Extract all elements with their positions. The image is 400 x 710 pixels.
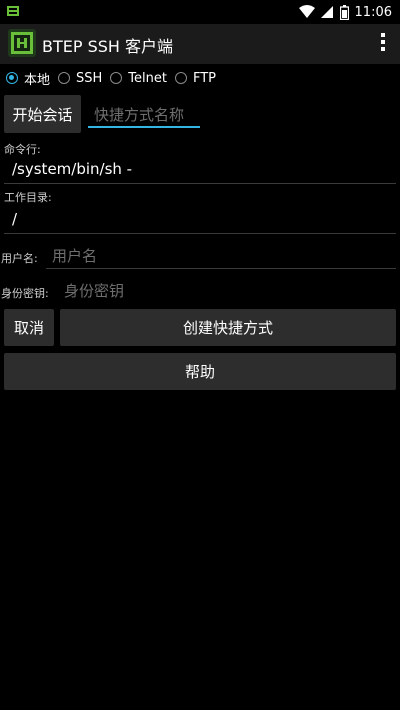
workdir-input[interactable]: / [4,208,396,234]
radio-local[interactable]: 本地 [6,69,50,88]
username-label: 用户名: [1,252,38,265]
radio-ssh[interactable]: SSH [58,71,102,86]
battery-icon [339,4,349,20]
create-shortcut-button[interactable]: 创建快捷方式 [60,309,396,346]
notification-icon [7,6,19,16]
radio-unchecked-icon [110,72,123,84]
identity-key-label: 身份密钥: [1,287,49,300]
cancel-button[interactable]: 取消 [4,309,54,346]
app-title: BTEP SSH 客户端 [42,37,174,56]
radio-unchecked-icon [174,72,187,84]
identity-key-input[interactable]: 身份密钥 [58,278,396,304]
start-session-button[interactable]: 开始会话 [4,95,81,133]
status-time: 11:06 [354,4,392,20]
help-button[interactable]: 帮助 [4,353,396,390]
radio-telnet[interactable]: Telnet [110,71,167,86]
radio-telnet-label: Telnet [128,70,167,86]
wifi-icon [298,5,315,18]
radio-ssh-label: SSH [76,70,103,86]
username-input[interactable]: 用户名 [46,243,396,269]
shortcut-name-input[interactable]: 快捷方式名称 [88,100,200,128]
workdir-label: 工作目录: [4,191,52,204]
radio-ftp-label: FTP [192,70,217,86]
app-logo-icon [8,29,36,57]
signal-icon [320,6,333,18]
connection-type-group: 本地 SSH Telnet FTP [6,68,224,88]
status-bar: 11:06 [0,0,400,24]
radio-checked-icon [6,72,18,84]
command-input[interactable]: /system/bin/sh - [4,158,396,184]
command-label: 命令行: [4,143,41,156]
action-bar: BTEP SSH 客户端 [0,24,400,64]
radio-ftp[interactable]: FTP [174,70,217,86]
radio-unchecked-icon [58,72,71,84]
radio-local-label: 本地 [24,72,51,88]
overflow-menu-icon[interactable] [380,33,386,55]
